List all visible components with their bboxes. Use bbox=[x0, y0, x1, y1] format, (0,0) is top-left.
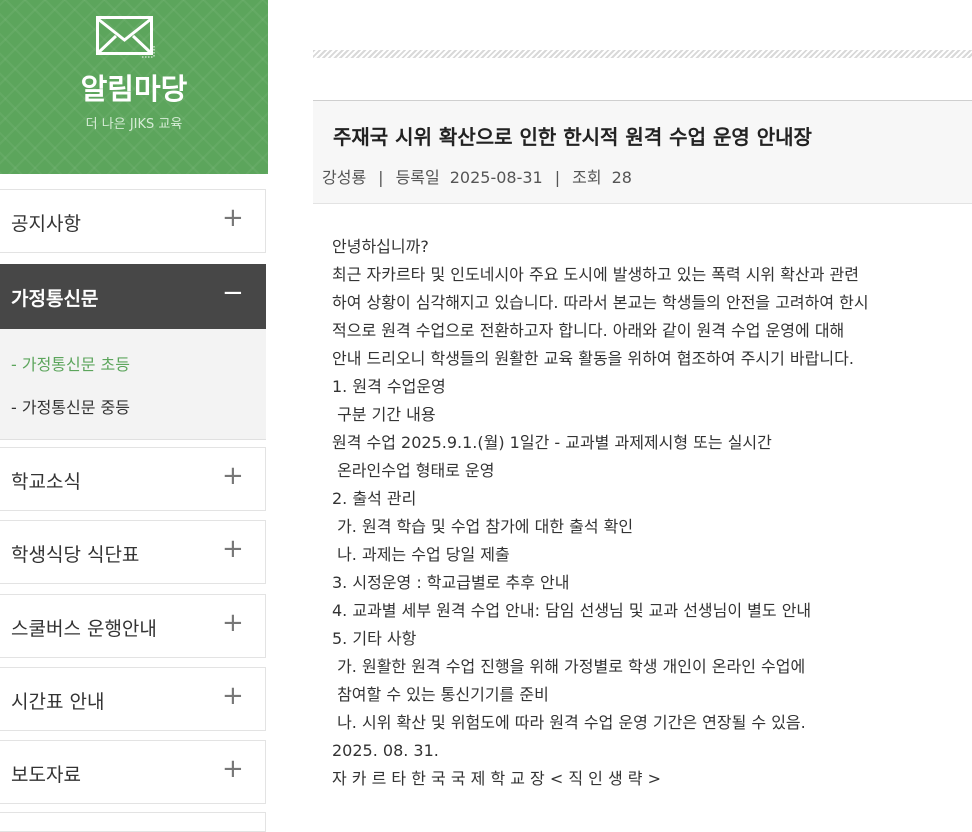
menu-item-cafeteria-menu[interactable]: 학생식당 식단표 + bbox=[0, 520, 266, 584]
post-author: 강성룡 bbox=[322, 168, 367, 187]
menu-item-label: 공지사항 bbox=[11, 213, 81, 235]
expand-plus-icon[interactable]: + bbox=[222, 608, 244, 638]
body-line: 3. 시정운영 : 학교급별로 추후 안내 bbox=[332, 573, 570, 592]
menu-item-label: 스쿨버스 운행안내 bbox=[11, 618, 157, 640]
section-subtitle: 더 나은 JIKS 교육 bbox=[85, 117, 183, 132]
body-line: 2025. 08. 31. bbox=[332, 741, 439, 760]
menu-item-label: 가정통신문 bbox=[11, 288, 99, 310]
body-line: 나. 과제는 수업 당일 제출 bbox=[332, 545, 510, 564]
body-line: 나. 시위 확산 및 위험도에 따라 원격 수업 운영 기간은 연장될 수 있음… bbox=[332, 713, 806, 732]
body-line: 적으로 원격 수업으로 전환하고자 합니다. 아래와 같이 원격 수업 운영에 … bbox=[332, 321, 845, 340]
body-line: 가. 원격 학습 및 수업 참가에 대한 출석 확인 bbox=[332, 517, 634, 536]
envelope-icon bbox=[96, 16, 155, 58]
sidebar: 알림마당 더 나은 JIKS 교육 공지사항 + 가정통신문 − - 가정통신문… bbox=[0, 0, 268, 832]
menu-item-school-news[interactable]: 학교소식 + bbox=[0, 447, 266, 511]
collapse-minus-icon[interactable]: − bbox=[222, 278, 244, 308]
expand-plus-icon[interactable]: + bbox=[222, 461, 244, 491]
menu-item-label: 보도자료 bbox=[11, 764, 81, 786]
menu-item-notice[interactable]: 공지사항 + bbox=[0, 189, 266, 253]
date-label: 등록일 bbox=[395, 168, 440, 187]
body-line: 최근 자카르타 및 인도네시아 주요 도시에 발생하고 있는 폭력 시위 확산과… bbox=[332, 265, 859, 284]
post-meta: 강성룡 | 등록일 2025-08-31 | 조회 28 bbox=[322, 164, 632, 188]
section-title: 알림마당 bbox=[80, 72, 188, 106]
body-line: 5. 기타 사항 bbox=[332, 629, 417, 648]
meta-separator: | bbox=[554, 168, 561, 187]
body-line: 안녕하십니까? bbox=[332, 237, 429, 256]
post-date: 2025-08-31 bbox=[449, 168, 543, 187]
body-line: 온라인수업 형태로 운영 bbox=[332, 461, 495, 480]
post-title: 주재국 시위 확산으로 인한 한시적 원격 수업 운영 안내장 bbox=[333, 125, 812, 149]
expand-plus-icon[interactable]: + bbox=[222, 203, 244, 233]
expand-plus-icon[interactable]: + bbox=[222, 754, 244, 784]
expand-plus-icon[interactable]: + bbox=[222, 681, 244, 711]
menu-item-timetable[interactable]: 시간표 안내 + bbox=[0, 667, 266, 731]
menu-item-label: 학교소식 bbox=[11, 471, 81, 493]
body-line: 참여할 수 있는 통신기기를 준비 bbox=[332, 685, 549, 704]
body-line: 자 카 르 타 한 국 국 제 학 교 장 < 직 인 생 략 > bbox=[332, 769, 661, 788]
post-header: 주재국 시위 확산으로 인한 한시적 원격 수업 운영 안내장 강성룡 | 등록일 2… bbox=[313, 100, 972, 204]
body-line: 가. 원활한 원격 수업 진행을 위해 가정별로 학생 개인이 온라인 수업에 bbox=[332, 657, 806, 676]
body-line: 원격 수업 2025.9.1.(월) 1일간 - 교과별 과제제시형 또는 실시… bbox=[332, 433, 772, 452]
body-line: 2. 출석 관리 bbox=[332, 489, 417, 508]
views-label: 조회 bbox=[572, 168, 602, 187]
body-line: 구분 기간 내용 bbox=[332, 405, 436, 424]
submenu-item-elementary[interactable]: - 가정통신문 초등 bbox=[11, 351, 130, 375]
body-line: 안내 드리오니 학생들의 원활한 교육 활동을 위하여 협조하여 주시기 바랍니… bbox=[332, 349, 854, 368]
body-line: 4. 교과별 세부 원격 수업 안내: 담임 선생님 및 교과 선생님이 별도 … bbox=[332, 601, 812, 620]
menu-item-press[interactable]: 보도자료 + bbox=[0, 740, 266, 804]
menu-item-school-bus[interactable]: 스쿨버스 운행안내 + bbox=[0, 594, 266, 658]
menu-item-label: 시간표 안내 bbox=[11, 691, 105, 713]
body-line: 1. 원격 수업운영 bbox=[332, 377, 446, 396]
decorative-stripe bbox=[313, 50, 972, 58]
submenu-item-middle[interactable]: - 가정통신문 중등 bbox=[11, 394, 130, 418]
menu-item-label: 학생식당 식단표 bbox=[11, 544, 140, 566]
body-line: 하여 상황이 심각해지고 있습니다. 따라서 본교는 학생들의 안전을 고려하여… bbox=[332, 293, 869, 312]
expand-plus-icon[interactable]: + bbox=[222, 534, 244, 564]
post-body: 안녕하십니까? 최근 자카르타 및 인도네시아 주요 도시에 발생하고 있는 폭… bbox=[332, 233, 962, 793]
meta-separator: | bbox=[378, 168, 384, 187]
view-count: 28 bbox=[611, 168, 632, 187]
section-header: 알림마당 더 나은 JIKS 교육 bbox=[0, 0, 268, 174]
submenu-family-letters: - 가정통신문 초등 - 가정통신문 중등 bbox=[0, 329, 266, 440]
menu-item-partial bbox=[0, 812, 266, 832]
menu-item-family-letters[interactable]: 가정통신문 − bbox=[0, 264, 266, 329]
